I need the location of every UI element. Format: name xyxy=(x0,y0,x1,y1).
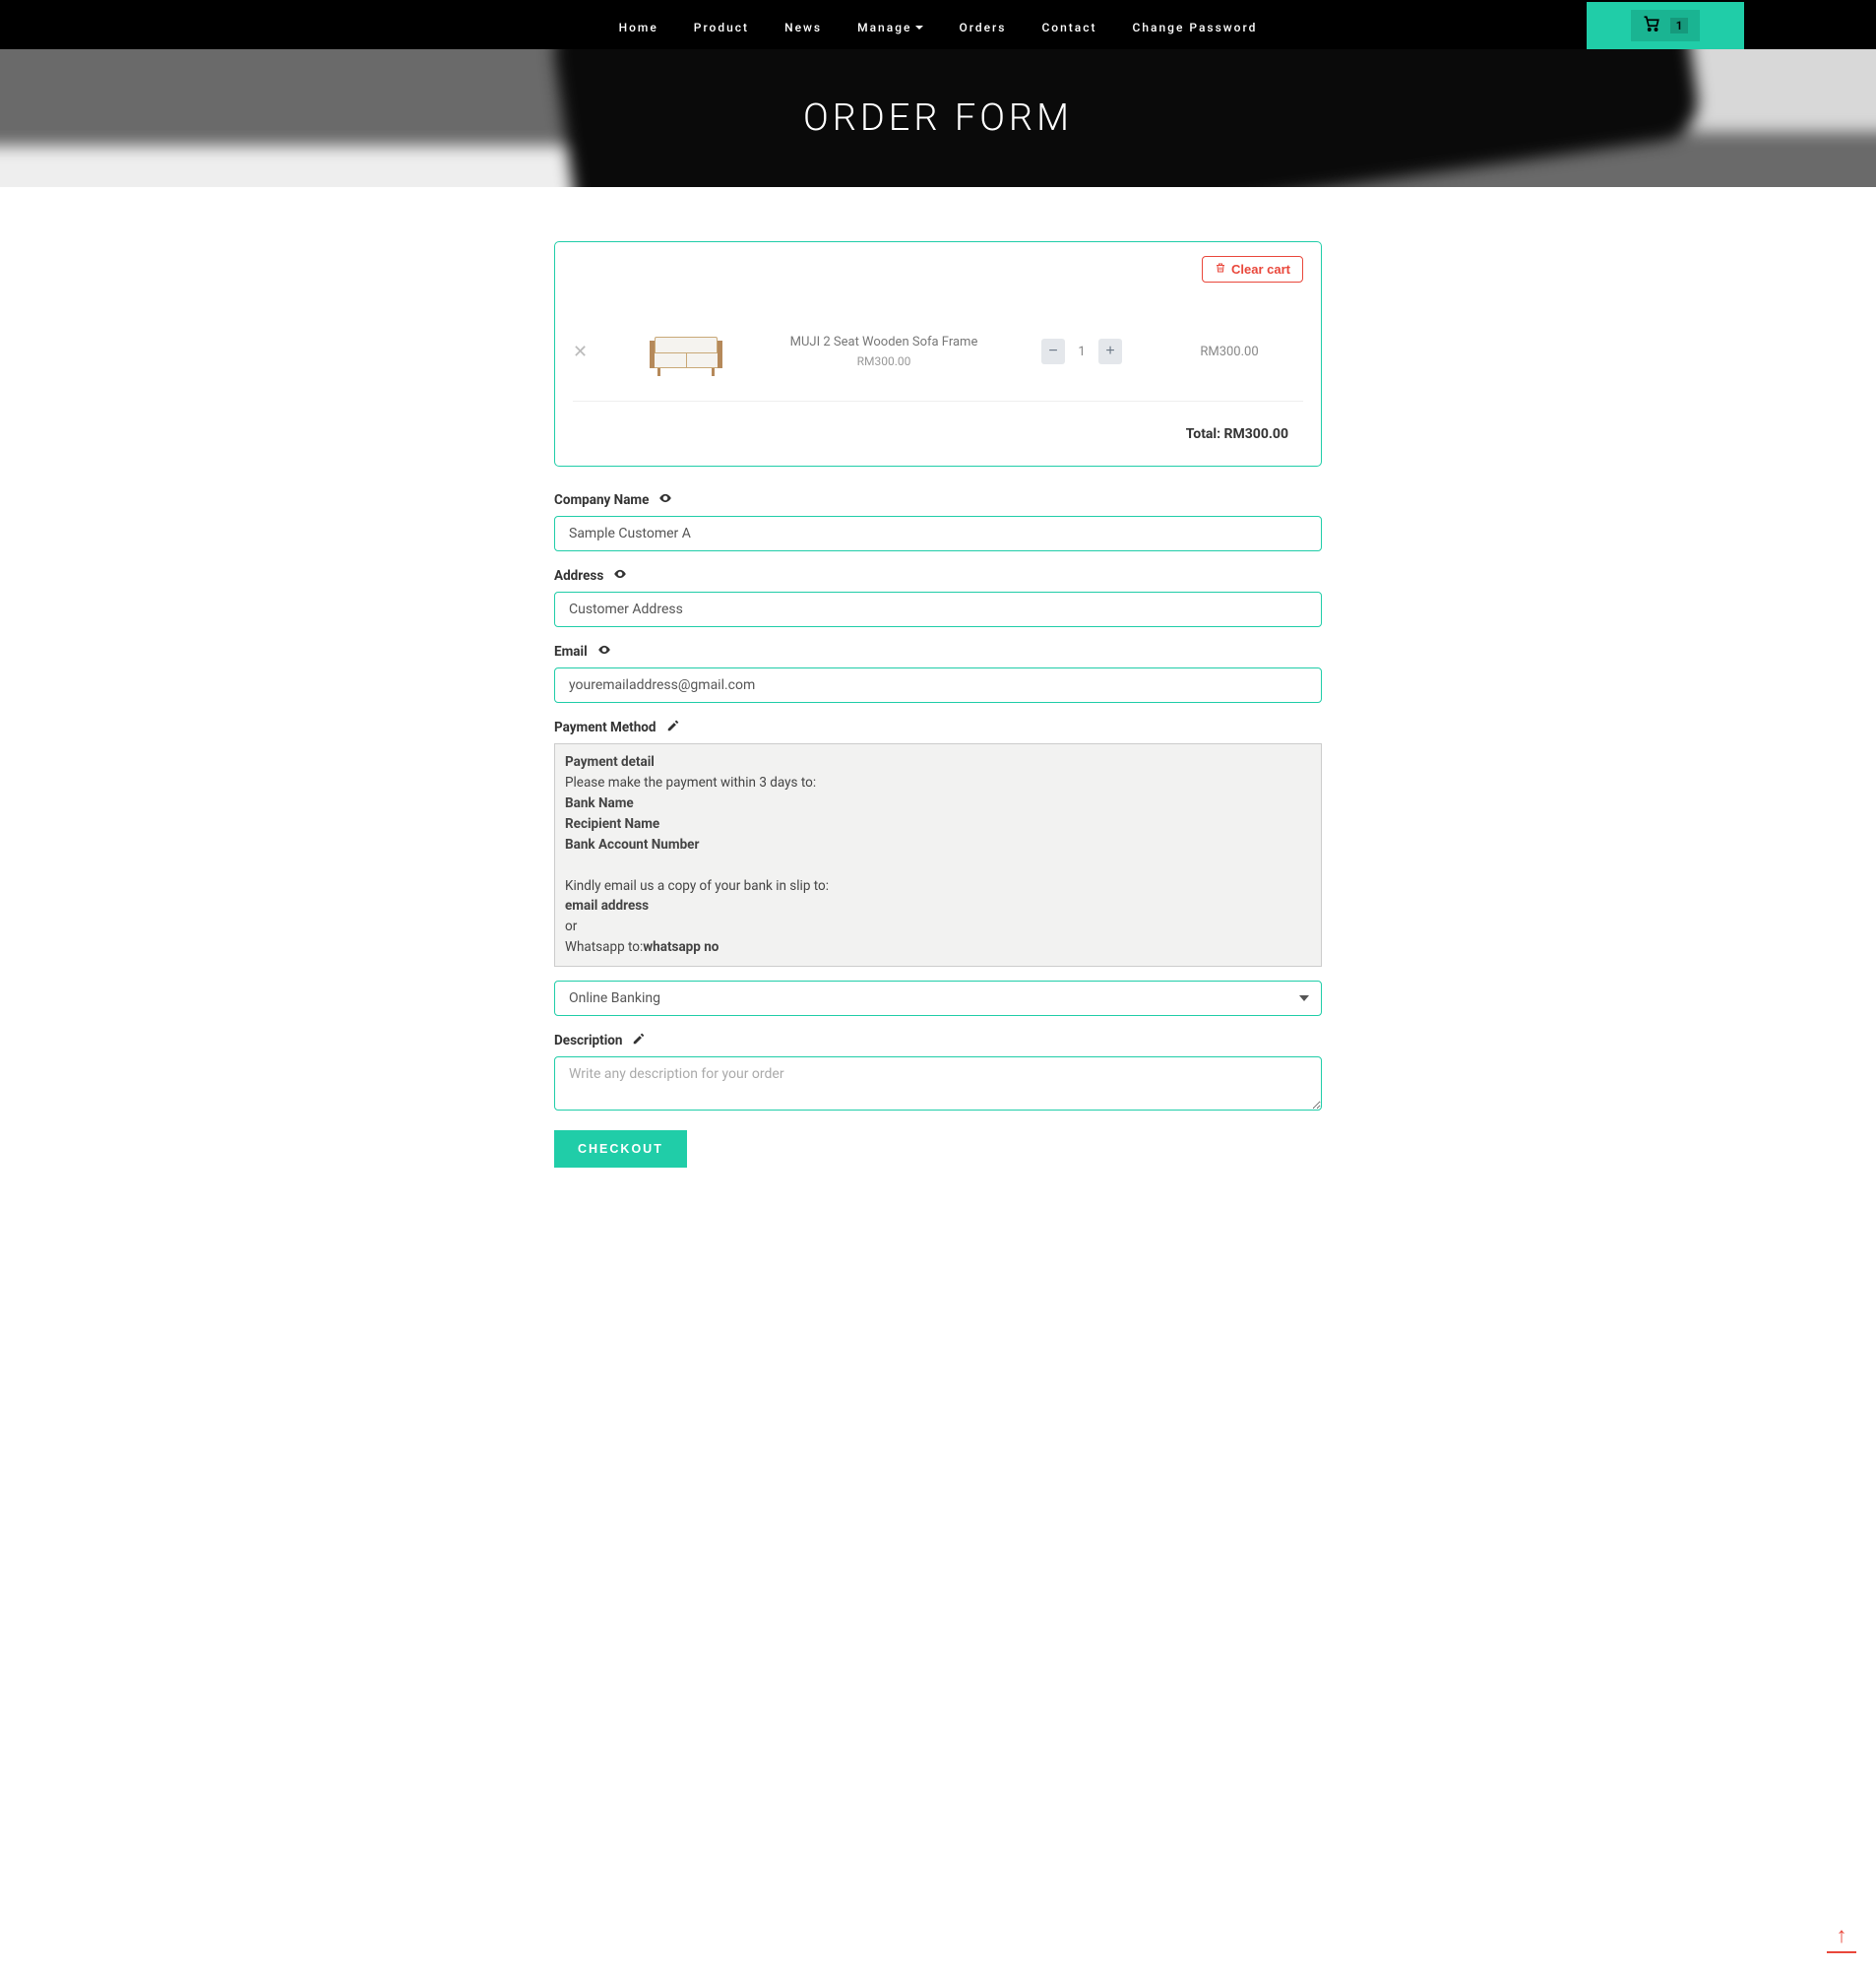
order-form: Company Name Address Email Payment Metho… xyxy=(554,491,1322,1168)
address-label: Address xyxy=(554,567,1322,585)
nav-links: Home Product News Manage Orders Contact … xyxy=(619,17,1258,35)
close-icon: ✕ xyxy=(573,342,588,362)
eye-icon xyxy=(613,567,627,585)
trash-icon xyxy=(1215,262,1226,277)
nav-change-password[interactable]: Change Password xyxy=(1133,21,1258,34)
pencil-icon xyxy=(666,719,680,736)
payment-method-select[interactable]: Online Banking xyxy=(554,981,1322,1016)
cart-icon xyxy=(1643,15,1660,36)
cart-line-item: ✕ MUJI 2 Seat Wooden Sofa Frame RM300.00… xyxy=(573,312,1303,402)
main-navbar: Home Product News Manage Orders Contact … xyxy=(0,0,1876,49)
cart-count: 1 xyxy=(1670,18,1689,33)
cart-total: Total: RM300.00 xyxy=(573,402,1303,452)
quantity-stepper: − 1 + xyxy=(1008,339,1156,364)
clear-cart-button[interactable]: Clear cart xyxy=(1202,256,1303,283)
plus-icon: + xyxy=(1105,344,1114,359)
checkout-button[interactable]: CHECKOUT xyxy=(554,1130,687,1168)
description-textarea[interactable] xyxy=(554,1056,1322,1111)
remove-item-button[interactable]: ✕ xyxy=(573,342,612,362)
product-name: MUJI 2 Seat Wooden Sofa Frame xyxy=(760,335,1008,349)
payment-detail-box: Payment detail Please make the payment w… xyxy=(554,743,1322,967)
nav-news[interactable]: News xyxy=(784,21,822,34)
eye-icon xyxy=(597,643,611,661)
qty-value: 1 xyxy=(1075,345,1089,359)
eye-icon xyxy=(658,491,672,509)
minus-icon: − xyxy=(1048,344,1057,359)
qty-decrease-button[interactable]: − xyxy=(1041,339,1065,364)
company-name-label: Company Name xyxy=(554,491,1322,509)
cart-panel: Clear cart ✕ MUJI 2 Seat Wooden Sofa Fra… xyxy=(554,241,1322,467)
hero-banner: ORDER FORM xyxy=(0,49,1876,187)
clear-cart-label: Clear cart xyxy=(1231,262,1290,277)
company-name-input[interactable] xyxy=(554,516,1322,551)
email-input[interactable] xyxy=(554,667,1322,703)
nav-manage[interactable]: Manage xyxy=(857,21,923,34)
description-label: Description xyxy=(554,1032,1322,1049)
page-title: ORDER FORM xyxy=(803,96,1073,140)
product-price: RM300.00 xyxy=(760,354,1008,368)
nav-product[interactable]: Product xyxy=(694,21,749,34)
address-input[interactable] xyxy=(554,592,1322,627)
line-total: RM300.00 xyxy=(1156,345,1303,359)
product-image xyxy=(647,322,725,381)
nav-home[interactable]: Home xyxy=(619,21,658,34)
pencil-icon xyxy=(632,1032,646,1049)
cart-button[interactable]: 1 xyxy=(1587,2,1744,49)
email-label: Email xyxy=(554,643,1322,661)
arrow-up-icon: ↑ xyxy=(1827,1926,1856,1947)
nav-orders[interactable]: Orders xyxy=(959,21,1006,34)
scroll-to-top-button[interactable]: ↑ xyxy=(1827,1926,1856,1953)
nav-contact[interactable]: Contact xyxy=(1041,21,1096,34)
payment-method-label: Payment Method xyxy=(554,719,1322,736)
qty-increase-button[interactable]: + xyxy=(1098,339,1122,364)
